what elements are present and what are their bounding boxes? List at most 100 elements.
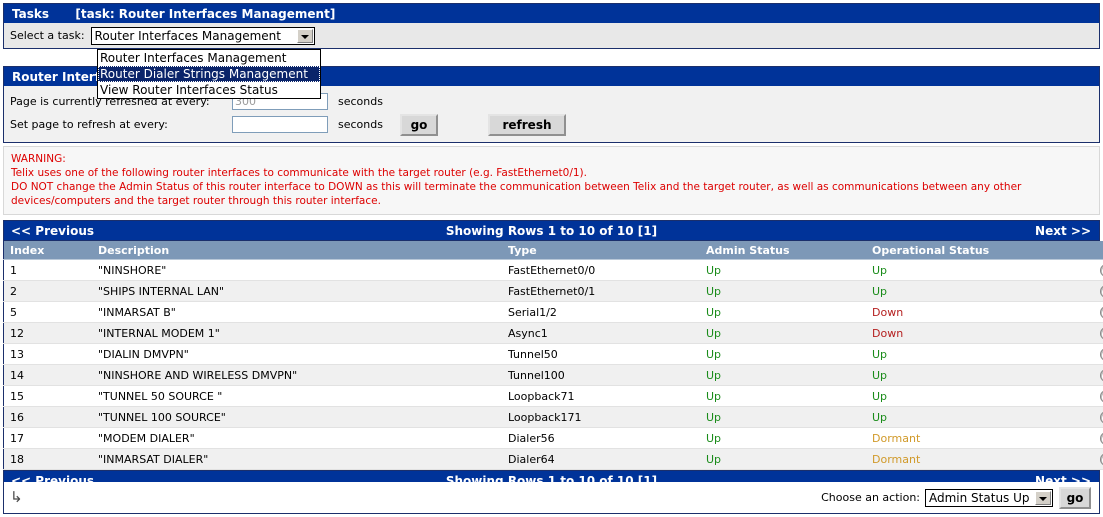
cell-operational-status: Up (866, 364, 1084, 386)
task-select-value: Router Interfaces Management (94, 28, 281, 43)
select-task-row: Select a task: Router Interfaces Managem… (3, 23, 1100, 49)
cell-row-select[interactable] (1084, 406, 1103, 428)
warning-line-1: Telix uses one of the following router i… (11, 167, 587, 179)
cell-operational-status: Up (866, 385, 1084, 407)
cell-operational-status: Up (866, 280, 1084, 302)
cell-operational-status: Dormant (866, 427, 1084, 449)
task-select[interactable]: Router Interfaces Management (90, 26, 315, 45)
column-header-select (1084, 241, 1103, 260)
interfaces-table-panel: << Previous Showing Rows 1 to 10 of 10 [… (3, 220, 1103, 491)
cell-description: "TUNNEL 50 SOURCE " (92, 385, 502, 407)
cell-description: "INTERNAL MODEM 1" (92, 322, 502, 344)
cell-index: 15 (3, 385, 92, 407)
cell-admin-status: Up (700, 385, 866, 407)
cell-index: 18 (3, 448, 92, 470)
cell-index: 14 (3, 364, 92, 386)
cell-row-select[interactable] (1084, 343, 1103, 365)
cell-operational-status: Up (866, 259, 1084, 281)
cell-type: Serial1/2 (502, 301, 700, 323)
cell-description: "NINSHORE" (92, 259, 502, 281)
table-header-row: Index Description Type Admin Status Oper… (3, 241, 1103, 260)
cell-admin-status: Up (700, 364, 866, 386)
table-row[interactable]: 12 "INTERNAL MODEM 1" Async1 Up Down (3, 322, 1103, 344)
cell-admin-status: Up (700, 322, 866, 344)
table-row[interactable]: 18 "INMARSAT DIALER" Dialer64 Up Dormant (3, 448, 1103, 470)
action-go-button[interactable]: go (1059, 486, 1091, 509)
cell-index: 5 (3, 301, 92, 323)
column-header-index: Index (3, 241, 92, 260)
task-select-dropdown-list[interactable]: Router Interfaces Management Router Dial… (97, 49, 321, 99)
cell-admin-status: Up (700, 280, 866, 302)
cell-type: Dialer56 (502, 427, 700, 449)
cell-description: "INMARSAT DIALER" (92, 448, 502, 470)
table-row[interactable]: 15 "TUNNEL 50 SOURCE " Loopback71 Up Up (3, 385, 1103, 407)
cell-row-select[interactable] (1084, 259, 1103, 281)
column-header-description: Description (92, 241, 502, 260)
warning-panel: WARNING: Telix uses one of the following… (3, 146, 1100, 215)
cell-row-select[interactable] (1084, 364, 1103, 386)
cell-type: Tunnel100 (502, 364, 700, 386)
dropdown-option-2[interactable]: View Router Interfaces Status (98, 82, 320, 98)
table-row[interactable]: 1 "NINSHORE" FastEthernet0/0 Up Up (3, 259, 1103, 281)
cell-row-select[interactable] (1084, 301, 1103, 323)
table-row[interactable]: 13 "DIALIN DMVPN" Tunnel50 Up Up (3, 343, 1103, 365)
chevron-down-icon[interactable] (1035, 490, 1051, 505)
action-select[interactable]: Admin Status Up (925, 488, 1053, 507)
cell-row-select[interactable] (1084, 280, 1103, 302)
cell-operational-status: Dormant (866, 448, 1084, 470)
cell-admin-status: Up (700, 448, 866, 470)
table-row[interactable]: 17 "MODEM DIALER" Dialer56 Up Dormant (3, 427, 1103, 449)
cell-type: FastEthernet0/0 (502, 259, 700, 281)
cell-type: Loopback171 (502, 406, 700, 428)
warning-line-2: DO NOT change the Admin Status of this r… (11, 181, 1022, 207)
table-row[interactable]: 14 "NINSHORE AND WIRELESS DMVPN" Tunnel100… (3, 364, 1103, 386)
cell-admin-status: Up (700, 259, 866, 281)
choose-action-label: Choose an action: (821, 491, 920, 504)
cell-type: FastEthernet0/1 (502, 280, 700, 302)
set-refresh-row: Set page to refresh at every: seconds go… (4, 113, 1099, 136)
table-body: 1 "NINSHORE" FastEthernet0/0 Up Up 2 "SHIPS IN… (3, 259, 1103, 470)
next-link-top[interactable]: Next >> (1035, 221, 1091, 242)
cell-index: 1 (3, 259, 92, 281)
cell-description: "SHIPS INTERNAL LAN" (92, 280, 502, 302)
cell-admin-status: Up (700, 427, 866, 449)
table-row[interactable]: 16 "TUNNEL 100 SOURCE" Loopback171 Up Up (3, 406, 1103, 428)
cell-admin-status: Up (700, 343, 866, 365)
cell-description: "NINSHORE AND WIRELESS DMVPN" (92, 364, 502, 386)
cell-index: 17 (3, 427, 92, 449)
cell-operational-status: Up (866, 343, 1084, 365)
cell-operational-status: Down (866, 301, 1084, 323)
cell-type: Loopback71 (502, 385, 700, 407)
cell-operational-status: Up (866, 406, 1084, 428)
dropdown-option-1[interactable]: Router Dialer Strings Management (98, 66, 320, 82)
cell-index: 16 (3, 406, 92, 428)
table-row[interactable]: 2 "SHIPS INTERNAL LAN" FastEthernet0/1 Up Up (3, 280, 1103, 302)
tasks-bar-title: Tasks (12, 7, 50, 21)
chevron-down-icon[interactable] (296, 28, 313, 43)
column-header-type: Type (502, 241, 700, 260)
enter-arrow-icon: ↳ (10, 488, 23, 506)
select-task-label: Select a task: (10, 29, 85, 42)
refresh-go-button[interactable]: go (400, 113, 438, 136)
action-controls: Choose an action: Admin Status Up go (821, 486, 1099, 509)
router-interfaces-management-page: Tasks [task: Router Interfaces Managemen… (0, 0, 1103, 517)
cell-description: "INMARSAT B" (92, 301, 502, 323)
cell-index: 12 (3, 322, 92, 344)
cell-description: "TUNNEL 100 SOURCE" (92, 406, 502, 428)
action-select-value: Admin Status Up (929, 490, 1030, 505)
table-row[interactable]: 5 "INMARSAT B" Serial1/2 Up Down (3, 301, 1103, 323)
column-header-admin: Admin Status (700, 241, 866, 260)
refresh-button[interactable]: refresh (488, 113, 566, 136)
pager-top: << Previous Showing Rows 1 to 10 of 10 [… (3, 220, 1100, 241)
set-refresh-input[interactable] (232, 116, 328, 133)
cell-row-select[interactable] (1084, 322, 1103, 344)
cell-type: Tunnel50 (502, 343, 700, 365)
cell-row-select[interactable] (1084, 385, 1103, 407)
cell-index: 13 (3, 343, 92, 365)
cell-index: 2 (3, 280, 92, 302)
cell-row-select[interactable] (1084, 448, 1103, 470)
interfaces-table: Index Description Type Admin Status Oper… (3, 241, 1103, 470)
cell-description: "MODEM DIALER" (92, 427, 502, 449)
dropdown-option-0[interactable]: Router Interfaces Management (98, 50, 320, 66)
cell-row-select[interactable] (1084, 427, 1103, 449)
